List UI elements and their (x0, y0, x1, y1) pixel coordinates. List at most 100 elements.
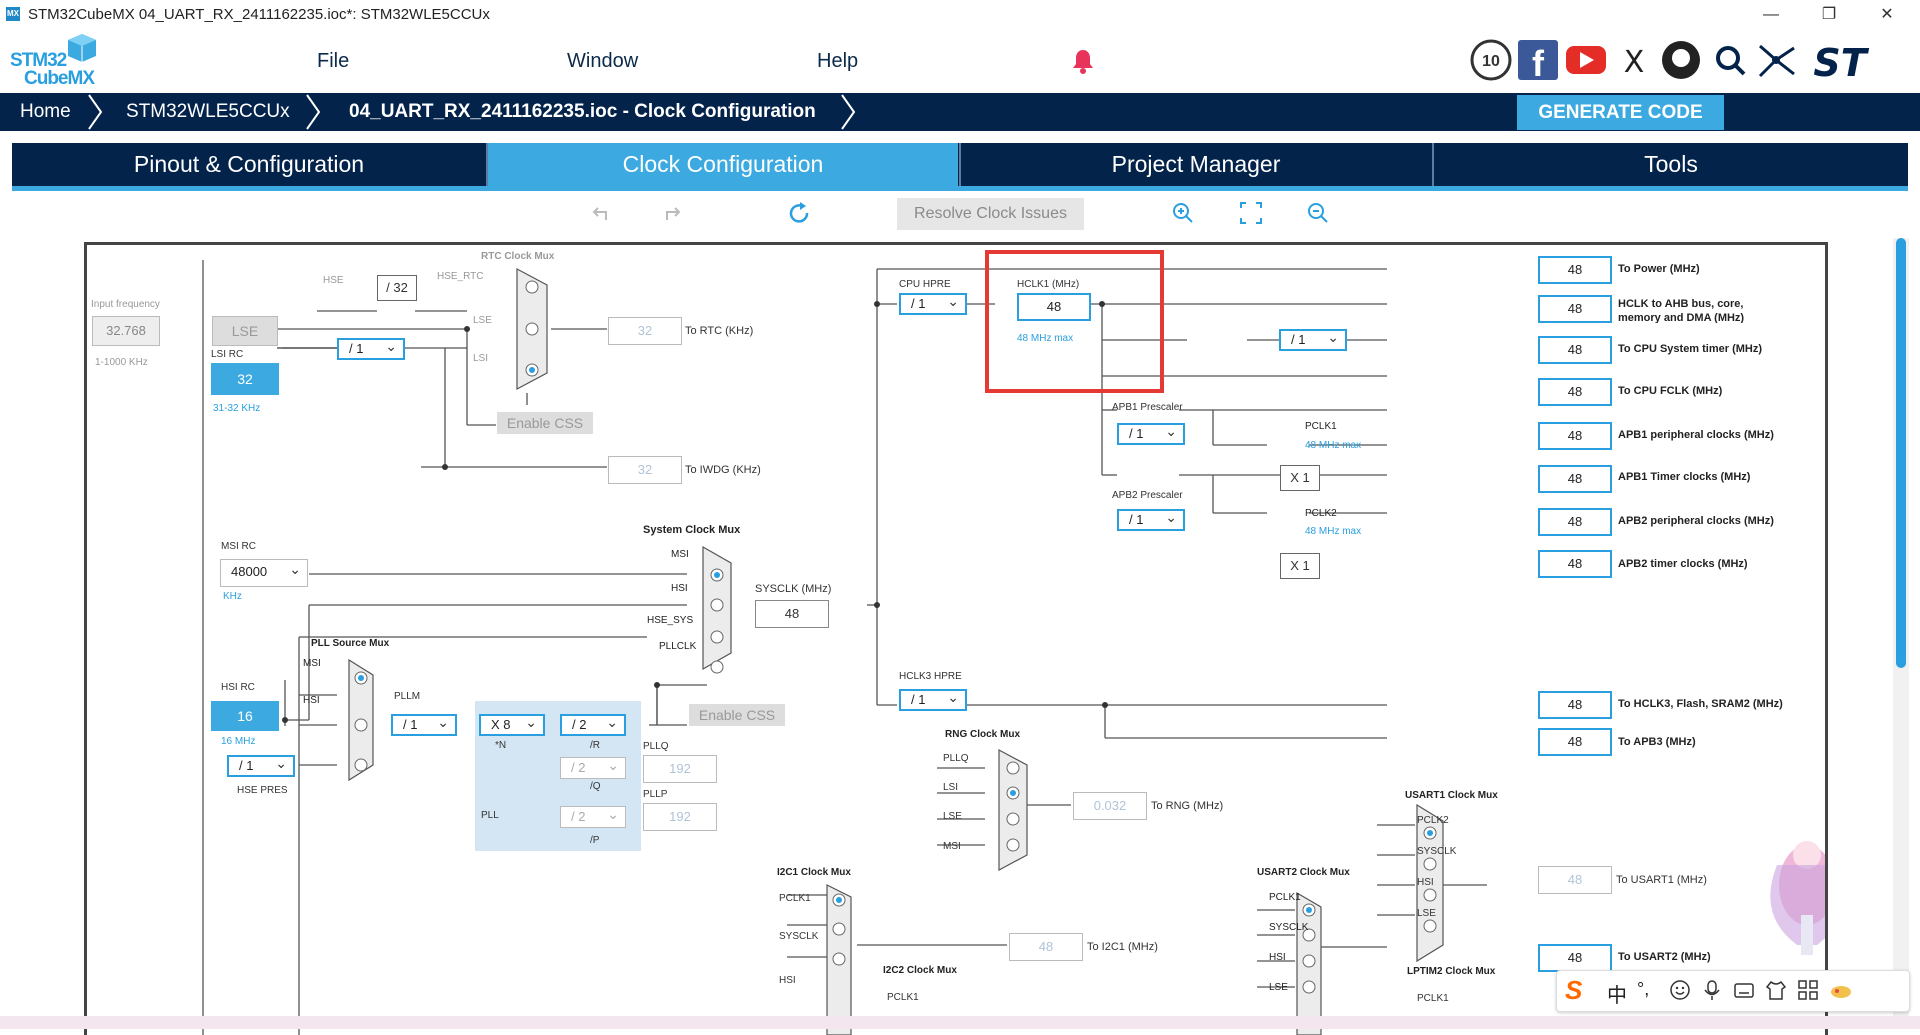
usart2-input-pclk1: PCLK1 (1269, 892, 1301, 903)
output-value[interactable]: 48 (1538, 728, 1612, 756)
tab-pinout[interactable]: Pinout & Configuration (12, 143, 486, 186)
lsi-divider-select[interactable]: / 1 (337, 337, 405, 360)
usart2-input-sysclk: SYSCLK (1269, 922, 1309, 933)
tab-divider (486, 143, 488, 186)
output-value[interactable]: 48 (1538, 336, 1612, 364)
apb1-prescaler-select[interactable]: / 1 (1117, 422, 1185, 445)
hse-pres-label: HSE PRES (237, 785, 288, 796)
output-value[interactable]: 48 (1538, 691, 1612, 719)
tab-project-manager[interactable]: Project Manager (961, 143, 1431, 186)
sysclk-output[interactable]: 48 (755, 600, 829, 628)
usart1-output: 48 (1538, 866, 1612, 894)
clock-diagram: Input frequency 32.768 1-1000 KHz LSE LS… (84, 242, 1828, 1035)
cubemx-logo: STM32 CubeMX (10, 34, 100, 90)
ime-toolbar: S 中 °, (1556, 970, 1910, 1012)
breadcrumb-device[interactable]: STM32WLE5CCUx (126, 93, 290, 131)
output-value[interactable]: 48 (1538, 295, 1612, 323)
window-title: STM32CubeMX 04_UART_RX_2411162235.ioc*: … (28, 6, 490, 23)
output-value[interactable]: 48 (1538, 378, 1612, 406)
skin-icon[interactable] (1765, 979, 1787, 1006)
to-rtc-label: To RTC (KHz) (685, 325, 754, 337)
maximize-button[interactable]: ❐ (1806, 0, 1852, 29)
pllp-output: 192 (643, 803, 717, 831)
output-label: APB1 peripheral clocks (MHz) (1618, 429, 1774, 441)
lse-input-frequency[interactable]: 32.768 (92, 316, 160, 346)
keyboard-icon[interactable] (1733, 979, 1755, 1006)
ime-punctuation[interactable]: °, (1637, 979, 1649, 1000)
zoom-out-icon[interactable] (1305, 200, 1331, 226)
usart1-mux-label: USART1 Clock Mux (1405, 790, 1498, 801)
cpu-timer-select[interactable]: / 1 (1279, 328, 1347, 351)
pllr-select[interactable]: / 2 (560, 713, 626, 736)
hclk3-hpre-select[interactable]: / 1 (899, 688, 967, 711)
microphone-icon[interactable] (1701, 979, 1723, 1006)
undo-icon[interactable] (590, 200, 616, 226)
bell-icon[interactable] (1072, 48, 1094, 79)
usart2-mux-label: USART2 Clock Mux (1257, 867, 1350, 878)
output-label: APB2 peripheral clocks (MHz) (1618, 515, 1774, 527)
i2c2-mux-label: I2C2 Clock Mux (883, 965, 957, 976)
resolve-clock-issues-button[interactable]: Resolve Clock Issues (897, 198, 1084, 230)
usart1-input-hsi: HSI (1417, 877, 1434, 888)
output-value[interactable]: 48 (1538, 256, 1612, 284)
pllq-select[interactable]: / 2 (560, 755, 626, 779)
hclk1-max-label: 48 MHz max (1017, 333, 1074, 344)
hsi-source[interactable]: 16 (211, 701, 279, 731)
usart1-input-pclk2: PCLK2 (1417, 815, 1449, 826)
pllp-label: PLLP (643, 789, 668, 800)
hclk3-hpre-label: HCLK3 HPRE (899, 671, 962, 682)
lse-source[interactable]: LSE (212, 316, 278, 346)
output-value[interactable]: 48 (1538, 508, 1612, 536)
output-label: HCLK to AHB bus, core, memory and DMA (M… (1618, 298, 1745, 323)
pllp-select[interactable]: / 2 (560, 804, 626, 828)
fit-screen-icon[interactable] (1238, 200, 1264, 226)
to-iwdg-label: To IWDG (KHz) (685, 464, 761, 476)
iwdg-output: 32 (608, 456, 682, 484)
enable-css-lse-button[interactable]: Enable CSS (497, 412, 593, 434)
menu-window[interactable]: Window (567, 50, 638, 73)
close-button[interactable]: ✕ (1864, 0, 1910, 29)
pllm-select[interactable]: / 1 (391, 713, 457, 736)
output-value[interactable]: 48 (1538, 465, 1612, 493)
enable-css-hse-button[interactable]: Enable CSS (689, 704, 785, 726)
menu-file[interactable]: File (317, 50, 349, 73)
i2c1-output: 48 (1009, 933, 1083, 961)
grid-menu-icon[interactable] (1797, 979, 1819, 1006)
pll-label: PLL (481, 810, 499, 821)
tab-clock-configuration[interactable]: Clock Configuration (488, 143, 958, 186)
breadcrumb-project[interactable]: 04_UART_RX_2411162235.ioc - Clock Config… (349, 93, 816, 131)
tab-tools[interactable]: Tools (1434, 143, 1908, 186)
rtc-mux-label: RTC Clock Mux (481, 251, 555, 262)
apb2-prescaler-select[interactable]: / 1 (1117, 508, 1185, 531)
redo-icon[interactable] (657, 200, 683, 226)
zoom-in-icon[interactable] (1170, 200, 1196, 226)
pll-source-mux-label: PLL Source Mux (311, 638, 390, 649)
svg-text:f: f (1532, 43, 1545, 82)
output-value[interactable]: 48 (1538, 550, 1612, 578)
breadcrumb-home[interactable]: Home (20, 93, 71, 131)
tools-icon[interactable] (1829, 979, 1853, 1006)
ime-chinese-mode[interactable]: 中 (1607, 979, 1627, 1008)
vertical-scrollbar[interactable] (1896, 238, 1906, 668)
emoji-icon[interactable] (1669, 979, 1691, 1006)
menu-help[interactable]: Help (817, 50, 858, 73)
chevron-right-icon (85, 93, 105, 136)
hse-pres-select[interactable]: / 1 (227, 754, 295, 777)
to-i2c1-label: To I2C1 (MHz) (1087, 941, 1158, 953)
refresh-icon[interactable] (787, 200, 813, 226)
hclk1-input[interactable]: 48 (1017, 293, 1091, 321)
lsi-source[interactable]: 32 (211, 363, 279, 395)
pclk1-max-label: 48 MHz max (1305, 440, 1362, 451)
input-frequency-label: Input frequency (91, 299, 160, 310)
cpu-hpre-select[interactable]: / 1 (899, 292, 967, 315)
generate-code-button[interactable]: GENERATE CODE (1517, 95, 1724, 130)
svg-text:X: X (1624, 45, 1645, 80)
lsi-range-label: 31-32 KHz (213, 403, 261, 414)
output-value[interactable]: 48 (1538, 422, 1612, 450)
tab-divider (1432, 143, 1434, 186)
sogou-logo-icon[interactable]: S (1565, 977, 1591, 1003)
plln-select[interactable]: X 8 (479, 713, 545, 736)
usart2-output[interactable]: 48 (1538, 944, 1612, 972)
minimize-button[interactable]: — (1748, 0, 1794, 29)
msi-frequency-select[interactable]: 48000 (220, 557, 308, 587)
